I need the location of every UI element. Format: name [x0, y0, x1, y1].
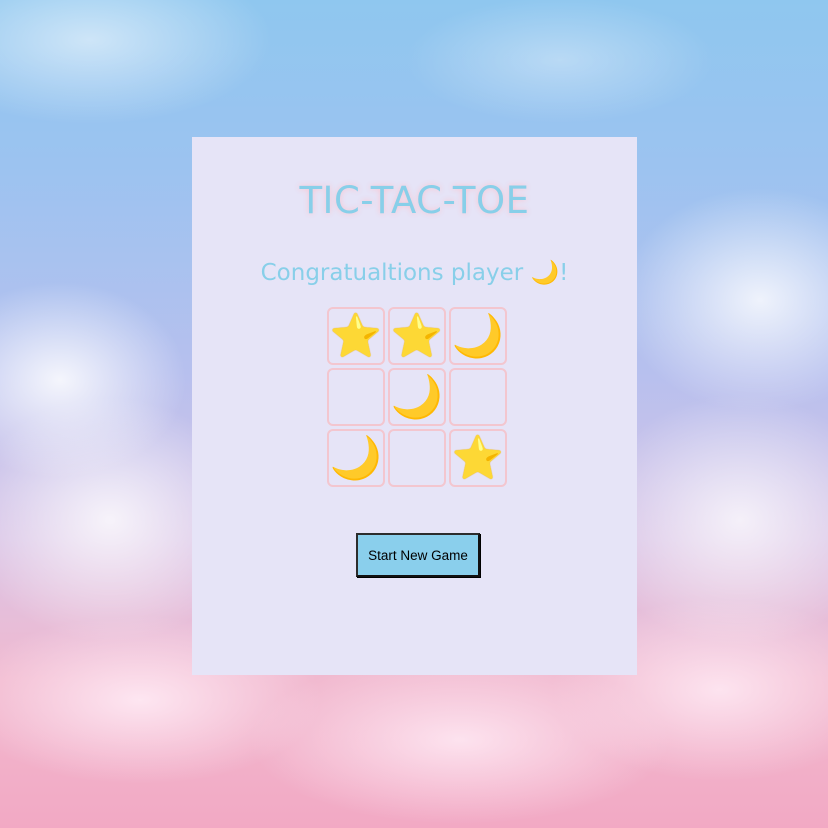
page-background: { "game": { "title": "TIC-TAC-TOE", "sta… [0, 0, 828, 828]
board-cell-1[interactable]: ⭐ [327, 307, 385, 365]
board-cell-6[interactable] [449, 368, 507, 426]
cell-mark: 🌙 [451, 311, 505, 360]
board-cell-2[interactable]: ⭐ [388, 307, 446, 365]
cell-mark: ⭐ [451, 433, 505, 482]
cell-mark: ⭐ [329, 311, 383, 360]
board-cell-9[interactable]: ⭐ [449, 429, 507, 487]
cell-mark: 🌙 [329, 433, 383, 482]
board-cell-4[interactable] [327, 368, 385, 426]
cell-mark: ⭐ [390, 311, 444, 360]
game-card: TIC-TAC-TOE Congratualtions player 🌙! ⭐ … [192, 137, 637, 675]
board-cell-8[interactable] [388, 429, 446, 487]
game-title: TIC-TAC-TOE [299, 179, 530, 222]
board-cell-3[interactable]: 🌙 [449, 307, 507, 365]
cell-mark: 🌙 [390, 372, 444, 421]
board-cell-5[interactable]: 🌙 [388, 368, 446, 426]
board-cell-7[interactable]: 🌙 [327, 429, 385, 487]
status-message: Congratualtions player 🌙! [260, 260, 569, 286]
game-board: ⭐ ⭐ 🌙 🌙 🌙 ⭐ [327, 307, 510, 490]
start-new-game-button[interactable]: Start New Game [356, 533, 480, 577]
